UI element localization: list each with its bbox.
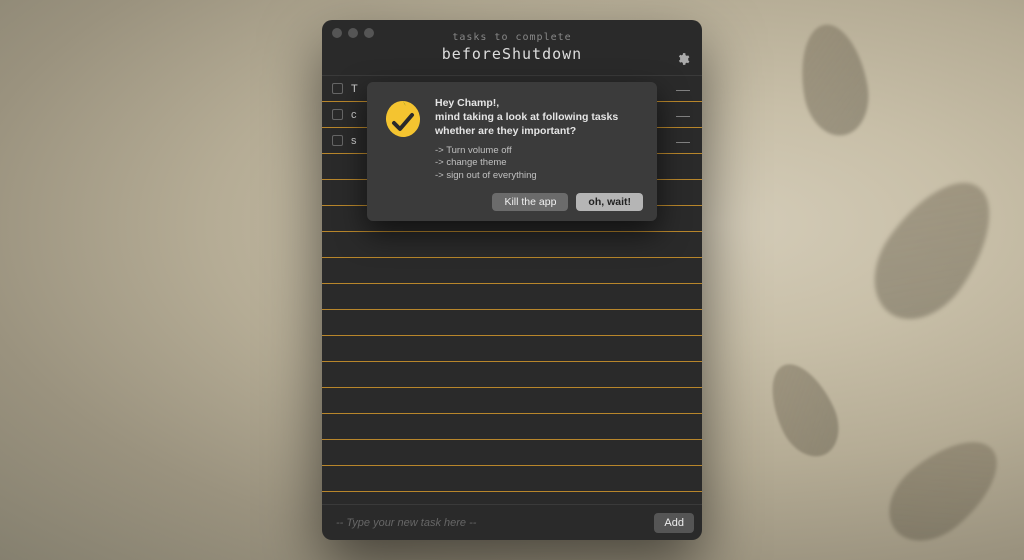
remove-task-button[interactable]: — bbox=[676, 133, 690, 149]
empty-row bbox=[322, 258, 702, 284]
kill-app-button[interactable]: Kill the app bbox=[492, 193, 568, 211]
empty-row bbox=[322, 284, 702, 310]
window-controls bbox=[332, 28, 374, 38]
empty-row bbox=[322, 440, 702, 466]
task-label: T bbox=[351, 83, 358, 95]
app-window: tasks to complete beforeShutdown T—c—s— … bbox=[322, 20, 702, 540]
subtitle: tasks to complete bbox=[452, 32, 571, 43]
remove-task-button[interactable]: — bbox=[676, 81, 690, 97]
task-checkbox[interactable] bbox=[332, 83, 343, 94]
wait-button[interactable]: oh, wait! bbox=[576, 193, 643, 211]
confirmation-dialog: Hey Champ!, mind taking a look at follow… bbox=[367, 82, 657, 221]
pending-task-item: Turn volume off bbox=[435, 145, 618, 158]
remove-task-button[interactable]: — bbox=[676, 107, 690, 123]
empty-row bbox=[322, 232, 702, 258]
empty-row bbox=[322, 362, 702, 388]
lemon-check-icon bbox=[381, 96, 425, 140]
app-title: beforeShutdown bbox=[442, 45, 582, 63]
empty-row bbox=[322, 414, 702, 440]
empty-row bbox=[322, 388, 702, 414]
task-checkbox[interactable] bbox=[332, 135, 343, 146]
zoom-window-button[interactable] bbox=[364, 28, 374, 38]
pending-task-item: change theme bbox=[435, 157, 618, 170]
empty-row bbox=[322, 466, 702, 492]
task-checkbox[interactable] bbox=[332, 109, 343, 120]
new-task-input[interactable] bbox=[330, 517, 648, 529]
task-label: s bbox=[351, 135, 357, 147]
empty-row bbox=[322, 336, 702, 362]
minimize-window-button[interactable] bbox=[348, 28, 358, 38]
titlebar: tasks to complete beforeShutdown bbox=[322, 20, 702, 76]
dialog-task-list: Turn volume offchange themesign out of e… bbox=[435, 145, 618, 183]
add-button[interactable]: Add bbox=[654, 513, 694, 533]
empty-row bbox=[322, 310, 702, 336]
dialog-line1: mind taking a look at following tasks bbox=[435, 110, 618, 124]
dialog-message: Hey Champ!, mind taking a look at follow… bbox=[435, 96, 618, 183]
task-label: c bbox=[351, 109, 357, 121]
pending-task-item: sign out of everything bbox=[435, 170, 618, 183]
footer: Add bbox=[322, 504, 702, 540]
gear-icon[interactable] bbox=[676, 52, 690, 66]
close-window-button[interactable] bbox=[332, 28, 342, 38]
dialog-line2: whether are they important? bbox=[435, 124, 618, 138]
dialog-greeting: Hey Champ!, bbox=[435, 96, 618, 110]
